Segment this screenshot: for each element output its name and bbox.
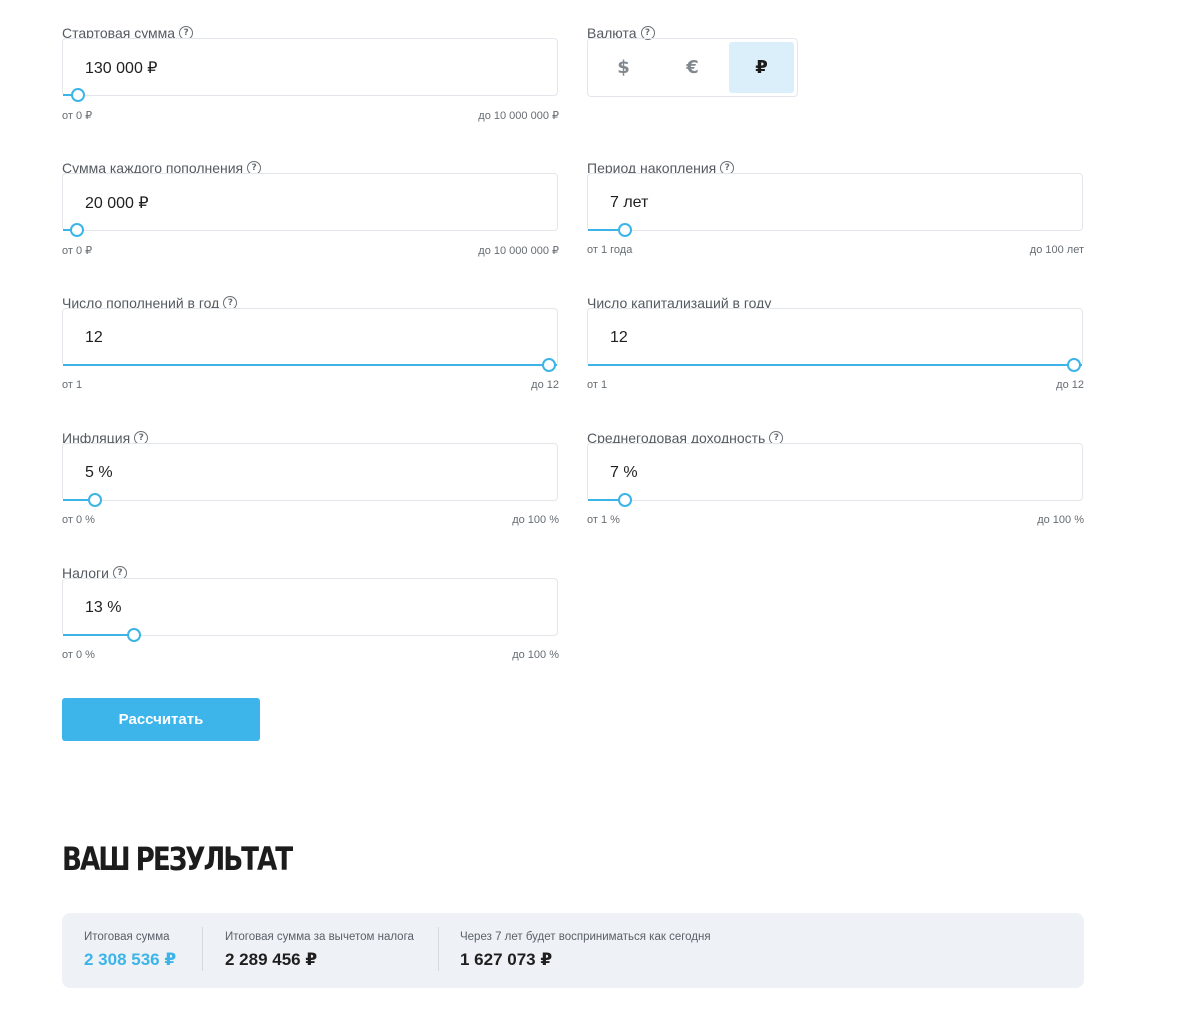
range-min-label: от 0 ₽ <box>62 110 93 122</box>
result-title: ВАШ РЕЗУЛЬТАТ <box>62 840 293 878</box>
taxes-slider[interactable] <box>63 628 557 642</box>
field-yield: Среднегодовая доходность ? от 1 % до 100… <box>587 429 1084 529</box>
field-inflation: Инфляция ? от 0 % до 100 % <box>62 429 559 529</box>
range-max-label: до 100 % <box>512 514 559 526</box>
range-max-label: до 12 <box>531 379 559 391</box>
range-min-label: от 1 года <box>587 244 633 256</box>
deposits-per-year-slider[interactable] <box>63 358 557 372</box>
period-input[interactable] <box>610 194 1050 212</box>
taxes-input[interactable] <box>85 599 525 617</box>
currency-rub-button[interactable]: ₽ <box>729 42 794 93</box>
taxes-input-box[interactable] <box>62 578 558 636</box>
slider-thumb[interactable] <box>88 493 102 507</box>
slider-fill <box>63 634 134 636</box>
deposits-per-year-input[interactable] <box>85 329 525 347</box>
result-real-value: Через 7 лет будет восприниматься как сег… <box>460 931 711 970</box>
field-period: Период накопления ? от 1 года до 100 лет <box>587 159 1084 259</box>
range-min-label: от 1 <box>62 379 83 391</box>
range-max-label: до 12 <box>1056 379 1084 391</box>
field-deposits-per-year: Число пополнений в год ? от 1 до 12 <box>62 294 559 394</box>
field-start-amount: Стартовая сумма ? от 0 ₽ до 10 000 000 ₽ <box>62 24 559 124</box>
slider-thumb[interactable] <box>127 628 141 642</box>
calculate-button[interactable]: Рассчитать <box>62 698 260 741</box>
deposits-per-year-input-box[interactable] <box>62 308 558 366</box>
start-amount-input-box[interactable] <box>62 38 558 96</box>
result-label: Итоговая сумма <box>84 931 170 943</box>
inflation-slider[interactable] <box>63 493 557 507</box>
result-value: 2 289 456 ₽ <box>225 950 318 969</box>
inflation-input[interactable] <box>85 464 525 482</box>
result-total: Итоговая сумма 2 308 536 ₽ <box>84 931 176 970</box>
result-after-tax: Итоговая сумма за вычетом налога 2 289 4… <box>225 931 414 970</box>
currency-selector: $ € ₽ <box>587 38 798 97</box>
slider-thumb[interactable] <box>70 223 84 237</box>
yield-slider[interactable] <box>588 493 1082 507</box>
yield-input[interactable] <box>610 464 1050 482</box>
capitalizations-input[interactable] <box>610 329 1050 347</box>
slider-thumb[interactable] <box>618 493 632 507</box>
slider-fill <box>588 364 1082 366</box>
deposit-amount-slider[interactable] <box>63 223 557 237</box>
range-max-label: до 100 % <box>512 649 559 661</box>
result-value: 2 308 536 ₽ <box>84 950 177 969</box>
inflation-input-box[interactable] <box>62 443 558 501</box>
period-slider[interactable] <box>588 223 1082 237</box>
start-amount-input[interactable] <box>85 59 525 77</box>
result-divider <box>438 927 439 971</box>
range-min-label: от 0 % <box>62 514 95 526</box>
range-min-label: от 1 <box>587 379 608 391</box>
result-label: Через 7 лет будет восприниматься как сег… <box>460 931 711 943</box>
result-divider <box>202 927 203 971</box>
range-max-label: до 100 % <box>1037 514 1084 526</box>
start-amount-slider[interactable] <box>63 88 557 102</box>
field-capitalizations: Число капитализаций в году от 1 до 12 <box>587 294 1084 394</box>
capitalizations-slider[interactable] <box>588 358 1082 372</box>
field-deposit-amount: Сумма каждого пополнения ? от 0 ₽ до 10 … <box>62 159 559 259</box>
slider-thumb[interactable] <box>618 223 632 237</box>
capitalizations-input-box[interactable] <box>587 308 1083 366</box>
slider-thumb[interactable] <box>542 358 556 372</box>
result-label: Итоговая сумма за вычетом налога <box>225 931 414 943</box>
range-max-label: до 100 лет <box>1029 244 1084 256</box>
deposit-amount-input[interactable] <box>85 194 525 212</box>
result-value: 1 627 073 ₽ <box>460 950 553 969</box>
range-min-label: от 1 % <box>587 514 620 526</box>
slider-fill <box>63 364 557 366</box>
currency-usd-button[interactable]: $ <box>591 42 656 93</box>
yield-input-box[interactable] <box>587 443 1083 501</box>
slider-thumb[interactable] <box>71 88 85 102</box>
field-taxes: Налоги ? от 0 % до 100 % <box>62 564 559 664</box>
range-max-label: до 10 000 000 ₽ <box>478 110 559 122</box>
currency-eur-button[interactable]: € <box>660 42 725 93</box>
slider-thumb[interactable] <box>1067 358 1081 372</box>
range-max-label: до 10 000 000 ₽ <box>478 245 559 257</box>
range-min-label: от 0 ₽ <box>62 245 93 257</box>
range-min-label: от 0 % <box>62 649 95 661</box>
period-input-box[interactable] <box>587 173 1083 231</box>
deposit-amount-input-box[interactable] <box>62 173 558 231</box>
result-panel: Итоговая сумма 2 308 536 ₽ Итоговая сумм… <box>62 913 1084 988</box>
